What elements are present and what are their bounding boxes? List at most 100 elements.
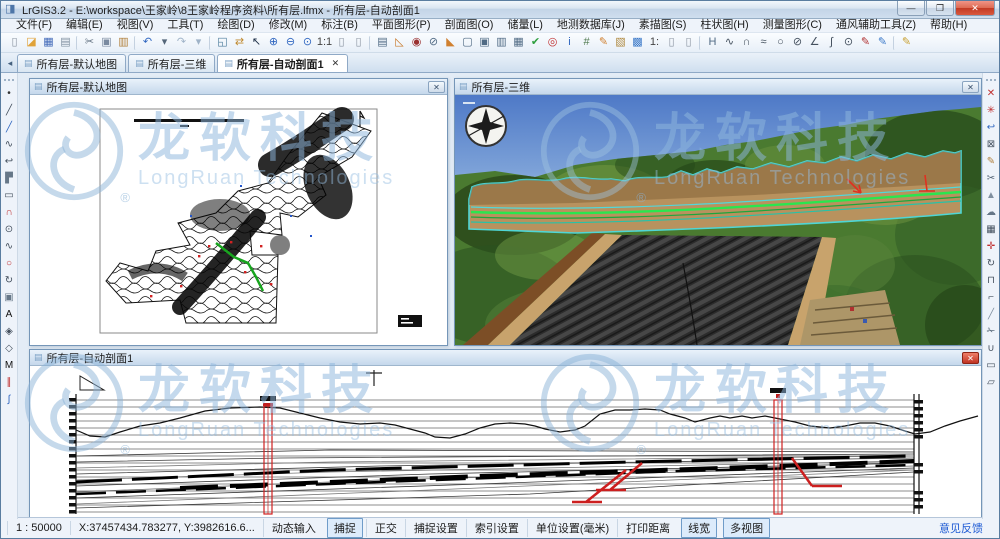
menu-item[interactable]: 平面图形(P) <box>365 19 438 32</box>
redo-icon[interactable]: ↷ <box>173 34 190 51</box>
profile-window[interactable]: ▤ 所有层-自动剖面1 ✕ <box>29 349 982 519</box>
rectangle-icon[interactable]: ▭ <box>1 188 17 205</box>
zoom-out-icon[interactable]: ⊖ <box>282 34 299 51</box>
grid-edit-icon[interactable]: # <box>578 34 595 51</box>
menu-item[interactable]: 工具(T) <box>160 19 210 32</box>
cut-icon[interactable]: ✂ <box>81 34 98 51</box>
paste-icon[interactable]: ▥ <box>115 34 132 51</box>
document-tab[interactable]: ▤ 所有层-三维 <box>128 54 215 72</box>
print-distance[interactable]: 打印距离 <box>617 519 678 537</box>
survey-point-icon[interactable]: ◉ <box>408 34 425 51</box>
profile-window-titlebar[interactable]: ▤ 所有层-自动剖面1 ✕ <box>30 350 981 366</box>
menu-item[interactable]: 通风辅助工具(Z) <box>829 19 923 32</box>
window-cascade-icon[interactable]: ▣ <box>476 34 493 51</box>
polyline-icon[interactable]: ╱ <box>1 120 17 137</box>
three-d-canvas[interactable] <box>455 95 981 345</box>
brush-blue-icon[interactable]: ✎ <box>874 34 891 51</box>
mirror-icon[interactable]: ▲ <box>983 188 999 205</box>
paint-brush-icon[interactable]: ✎ <box>898 34 915 51</box>
window-tile-icon[interactable]: ▥ <box>493 34 510 51</box>
rotate-icon[interactable]: ↻ <box>983 256 999 273</box>
parallel-lines-icon[interactable]: ∥ <box>1 375 17 392</box>
slope-icon[interactable]: ◺ <box>391 34 408 51</box>
menu-item[interactable]: 视图(V) <box>110 19 161 32</box>
line-icon[interactable]: ╱ <box>1 103 17 120</box>
box-select-icon[interactable]: ▭ <box>983 358 999 375</box>
map-window-titlebar[interactable]: ▤ 所有层-默认地图 ✕ <box>30 79 447 95</box>
hatch-solid-icon[interactable]: ◈ <box>1 324 17 341</box>
slope-fill-icon[interactable]: ◣ <box>442 34 459 51</box>
section-layout-icon[interactable]: ▤ <box>374 34 391 51</box>
erase-icon[interactable]: ✕ <box>983 86 999 103</box>
tab-scroll-left-button[interactable]: ◂ <box>3 56 17 72</box>
menu-item[interactable]: 测量图形(C) <box>756 19 829 32</box>
pencil-edit-icon[interactable]: ✎ <box>595 34 612 51</box>
pen-icon[interactable]: ✎ <box>983 154 999 171</box>
scissors-icon[interactable]: ✂ <box>983 171 999 188</box>
menu-item[interactable]: 标注(B) <box>314 19 365 32</box>
document-tab[interactable]: ▤ 所有层-默认地图 <box>17 54 126 72</box>
skew-icon[interactable]: ▱ <box>983 375 999 392</box>
snap-toggle[interactable]: 捕捉 <box>327 518 363 538</box>
menu-item[interactable]: 绘图(D) <box>210 19 261 32</box>
offset-icon[interactable]: ⊓ <box>983 273 999 290</box>
dot-circle-tool-icon[interactable]: ⊙ <box>840 34 857 51</box>
arc-icon[interactable]: ∩ <box>1 205 17 222</box>
ortho-toggle[interactable]: 正交 <box>366 519 405 537</box>
menu-item[interactable]: 柱状图(H) <box>693 19 755 32</box>
menu-item[interactable]: 修改(M) <box>262 19 315 32</box>
redo-dropdown-icon[interactable]: ▾ <box>190 34 207 51</box>
circle-line-icon[interactable]: ⊘ <box>425 34 442 51</box>
small-scale-icon[interactable]: 1: <box>646 34 663 51</box>
save-icon[interactable]: ▦ <box>40 34 57 51</box>
join-icon[interactable]: ∪ <box>983 341 999 358</box>
new-file-icon[interactable]: ▯ <box>6 34 23 51</box>
tab-close-icon[interactable]: ✕ <box>332 58 340 69</box>
curve-s-icon[interactable]: ∫ <box>1 392 17 409</box>
document-tab[interactable]: ▤ 所有层-自动剖面1 ✕ <box>217 54 348 72</box>
image-frame-icon[interactable]: ▣ <box>1 290 17 307</box>
toolbar-grip[interactable] <box>986 79 996 83</box>
window-split-icon[interactable]: ▦ <box>510 34 527 51</box>
menu-item[interactable]: 剖面图(O) <box>438 19 501 32</box>
arc-polyline-icon[interactable]: ↩ <box>1 154 17 171</box>
print-icon[interactable]: ▤ <box>57 34 74 51</box>
menu-item[interactable]: 素描图(S) <box>632 19 694 32</box>
undo-icon[interactable]: ↶ <box>139 34 156 51</box>
array-icon[interactable]: ▦ <box>983 222 999 239</box>
map-window-close-button[interactable]: ✕ <box>428 81 445 93</box>
close-button[interactable]: ✕ <box>955 1 995 16</box>
page-b-icon[interactable]: ▯ <box>680 34 697 51</box>
next-view-icon[interactable]: ▯ <box>350 34 367 51</box>
lineweight-toggle[interactable]: 线宽 <box>681 518 717 538</box>
map-canvas[interactable] <box>30 95 447 345</box>
dynamic-input-toggle[interactable]: 动态输入 <box>263 519 324 537</box>
arc-3pt-icon[interactable]: ↻ <box>1 273 17 290</box>
circle-radius-icon[interactable]: ⊙ <box>1 222 17 239</box>
zoom-in-icon[interactable]: ⊕ <box>265 34 282 51</box>
approx-tool-icon[interactable]: ≈ <box>755 34 772 51</box>
multitext-icon[interactable]: M <box>1 358 17 375</box>
noslash-tool-icon[interactable]: ⊘ <box>789 34 806 51</box>
zoom-1-1-icon[interactable]: 1:1 <box>316 34 333 51</box>
corner-icon[interactable]: ⌐ <box>983 290 999 307</box>
wave-icon[interactable]: ∿ <box>1 239 17 256</box>
select-arrow-icon[interactable]: ↖ <box>248 34 265 51</box>
table-colors-icon[interactable]: ▩ <box>629 34 646 51</box>
map-window[interactable]: ▤ 所有层-默认地图 ✕ <box>29 78 448 346</box>
menu-item[interactable]: 编辑(E) <box>59 19 110 32</box>
menu-item[interactable]: 文件(F) <box>9 19 59 32</box>
window-copy-icon[interactable]: ▢ <box>459 34 476 51</box>
hatch-edit-icon[interactable]: ▧ <box>612 34 629 51</box>
explode-icon[interactable]: ✳ <box>983 103 999 120</box>
three-d-window-close-button[interactable]: ✕ <box>962 81 979 93</box>
trim-icon[interactable]: ✁ <box>983 324 999 341</box>
ellipse-icon[interactable]: ○ <box>1 256 17 273</box>
fit-view-icon[interactable]: ◱ <box>214 34 231 51</box>
three-d-window[interactable]: ▤ 所有层-三维 ✕ <box>454 78 982 346</box>
profile-canvas[interactable] <box>30 366 981 518</box>
revision-cloud-icon[interactable]: ☁ <box>983 205 999 222</box>
menu-item[interactable]: 帮助(H) <box>923 19 974 32</box>
wave-tool-icon[interactable]: ∿ <box>721 34 738 51</box>
restore-button[interactable]: ❐ <box>926 1 954 16</box>
